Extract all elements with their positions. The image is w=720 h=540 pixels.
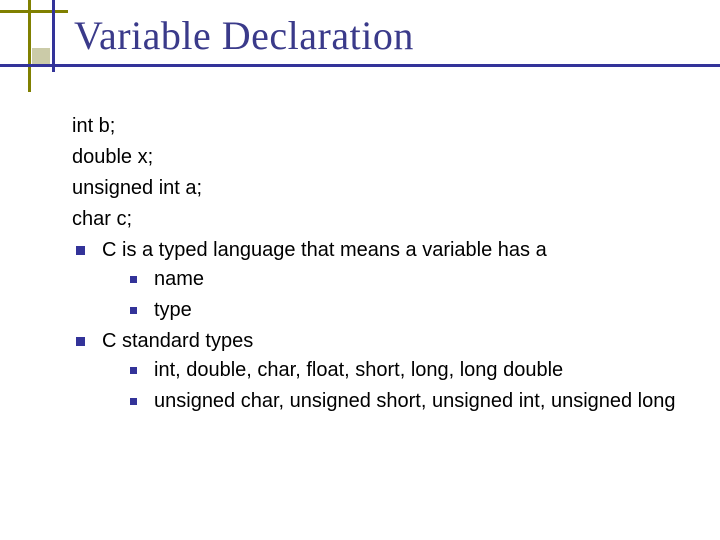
code-line: int b; (72, 112, 680, 141)
code-line: char c; (72, 205, 680, 234)
sub-bullet-text: unsigned char, unsigned short, unsigned … (154, 390, 676, 412)
slide-title: Variable Declaration (74, 12, 414, 59)
decoration-line (0, 10, 68, 13)
bullet-item: C standard types int, double, char, floa… (72, 327, 680, 416)
sub-bullet-item: int, double, char, float, short, long, l… (128, 356, 680, 385)
bullet-text: C standard types (102, 330, 253, 352)
slide-body: int b; double x; unsigned int a; char c;… (72, 112, 680, 418)
sub-bullet-text: name (154, 268, 204, 290)
code-line: double x; (72, 143, 680, 172)
bullet-list: C is a typed language that means a varia… (72, 236, 680, 416)
sub-bullet-item: unsigned char, unsigned short, unsigned … (128, 387, 680, 416)
sub-bullet-list: int, double, char, float, short, long, l… (128, 356, 680, 416)
bullet-text: C is a typed language that means a varia… (102, 239, 547, 261)
sub-bullet-text: type (154, 299, 192, 321)
decoration-line (0, 64, 720, 67)
sub-bullet-item: name (128, 265, 680, 294)
decoration-line (28, 0, 31, 92)
slide: Variable Declaration int b; double x; un… (0, 0, 720, 540)
decoration-line (52, 0, 55, 72)
sub-bullet-text: int, double, char, float, short, long, l… (154, 359, 563, 381)
sub-bullet-list: name type (128, 265, 680, 325)
bullet-item: C is a typed language that means a varia… (72, 236, 680, 325)
code-line: unsigned int a; (72, 174, 680, 203)
sub-bullet-item: type (128, 296, 680, 325)
